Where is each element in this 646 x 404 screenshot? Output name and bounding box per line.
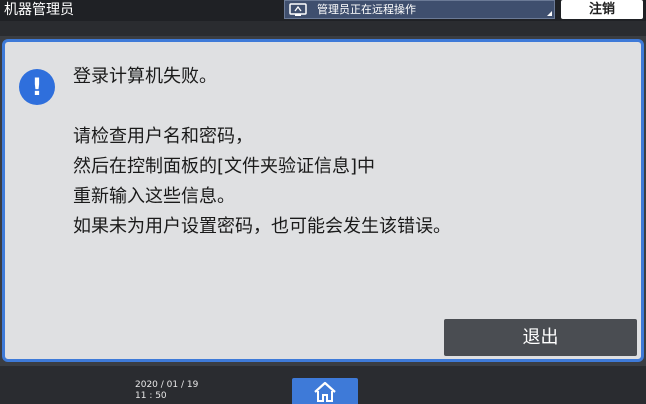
message-line: 然后在控制面板的[文件夹验证信息]中 xyxy=(73,156,376,177)
message-line: 请检查用户名和密码， xyxy=(73,126,253,147)
top-divider-strip xyxy=(0,21,646,36)
home-button[interactable] xyxy=(292,378,358,404)
top-bar: 机器管理员 管理员正在远程操作 注销 xyxy=(0,0,646,21)
message-line: 如果未为用户设置密码，也可能会发生该错误。 xyxy=(73,216,451,237)
time-text: 11 : 50 xyxy=(135,391,167,401)
home-icon xyxy=(314,381,336,402)
bottom-bar: 2020 / 01 / 19 11 : 50 xyxy=(0,366,646,404)
message-line: 重新输入这些信息。 xyxy=(73,186,235,207)
logout-button[interactable]: 注销 xyxy=(561,0,643,19)
user-role-title: 机器管理员 xyxy=(4,2,74,18)
expand-corner-icon xyxy=(547,11,552,16)
login-error-dialog: ! 登录计算机失败。 请检查用户名和密码， 然后在控制面板的[文件夹验证信息]中… xyxy=(2,39,644,362)
error-message: 请检查用户名和密码， 然后在控制面板的[文件夹验证信息]中 重新输入这些信息。 … xyxy=(73,123,451,243)
alert-icon: ! xyxy=(19,69,55,105)
remote-operation-status[interactable]: 管理员正在远程操作 xyxy=(284,0,555,19)
remote-monitor-icon xyxy=(289,3,307,16)
exit-button[interactable]: 退出 xyxy=(444,319,637,356)
date-time-display: 2020 / 01 / 19 11 : 50 xyxy=(135,380,198,402)
remote-status-text: 管理员正在远程操作 xyxy=(317,3,416,16)
date-text: 2020 / 01 / 19 xyxy=(135,380,199,390)
dialog-title: 登录计算机失败。 xyxy=(73,66,217,87)
